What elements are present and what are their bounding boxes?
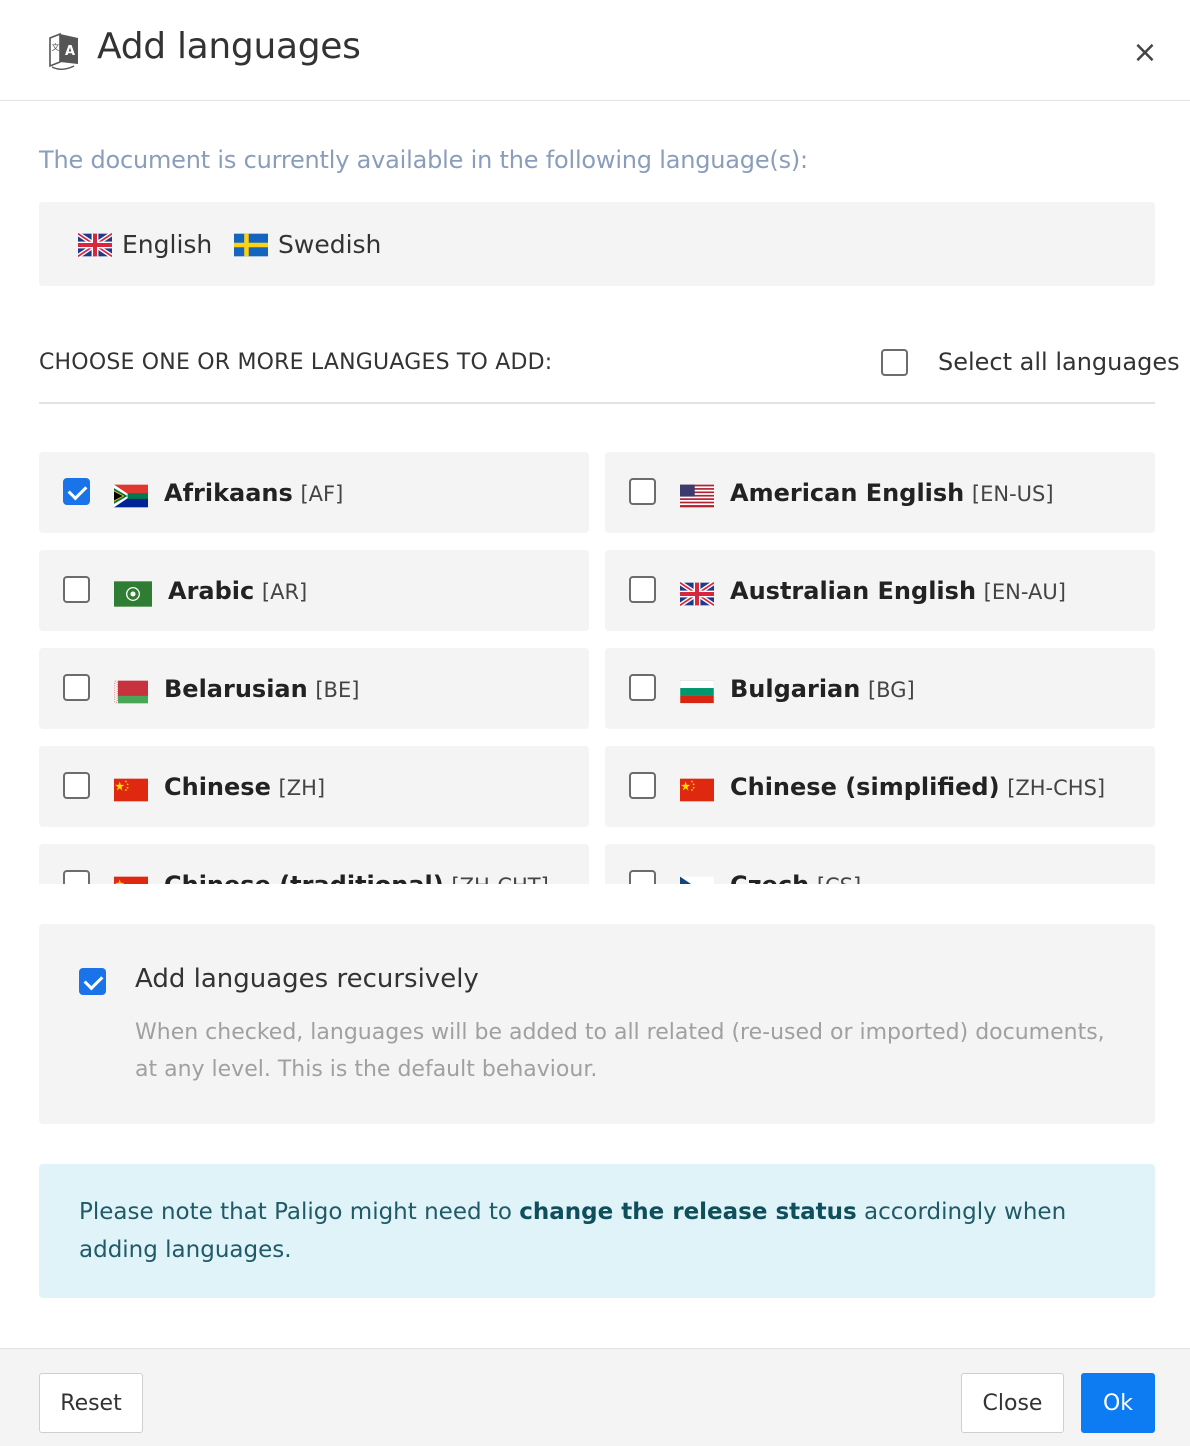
- language-name: Chinese (traditional): [164, 871, 444, 884]
- select-all-checkbox[interactable]: [881, 348, 908, 376]
- language-option-zh-chs[interactable]: Chinese (simplified) [ZH-CHS]: [605, 746, 1155, 827]
- language-label: American English [EN-US]: [730, 479, 1054, 507]
- language-option-be[interactable]: Belarusian [BE]: [39, 648, 589, 729]
- language-checkbox[interactable]: [63, 478, 90, 505]
- language-checkbox[interactable]: [63, 772, 90, 799]
- language-name: Arabic: [168, 577, 255, 605]
- belarus-flag-icon: [114, 679, 148, 705]
- language-code: [EN-US]: [971, 482, 1054, 506]
- china-flag-icon: [114, 777, 148, 803]
- language-name: Belarusian: [164, 675, 308, 703]
- select-all-toggle[interactable]: Select all languages: [881, 348, 1180, 376]
- current-language-english: English: [76, 230, 213, 259]
- language-name: Chinese: [164, 773, 271, 801]
- language-label: Bulgarian [BG]: [730, 675, 915, 703]
- uk-flag-icon: [678, 580, 716, 608]
- language-checkbox[interactable]: [63, 576, 90, 603]
- language-checkbox[interactable]: [629, 772, 656, 799]
- language-checkbox[interactable]: [629, 576, 656, 603]
- language-label: Afrikaans [AF]: [164, 479, 343, 507]
- choose-languages-heading: CHOOSE ONE OR MORE LANGUAGES TO ADD:: [39, 350, 553, 375]
- china-flag-icon: [114, 875, 148, 884]
- south-africa-flag-icon: [114, 483, 148, 509]
- language-code: [CS]: [817, 874, 861, 884]
- sweden-flag-icon: [234, 233, 268, 257]
- close-icon[interactable]: ×: [1132, 38, 1158, 68]
- note-text-bold: change the release status: [519, 1199, 857, 1225]
- language-option-ar[interactable]: Arabic [AR]: [39, 550, 589, 631]
- current-language-label: Swedish: [278, 230, 382, 259]
- select-all-label: Select all languages: [938, 348, 1180, 376]
- language-checkbox[interactable]: [63, 674, 90, 701]
- recursive-description: When checked, languages will be added to…: [135, 1020, 1105, 1082]
- language-code: [BE]: [315, 678, 360, 702]
- dialog-header: A 文 Add languages ×: [0, 0, 1190, 101]
- language-checkbox[interactable]: [63, 870, 90, 884]
- czech-flag-icon: [680, 875, 714, 884]
- language-checkbox[interactable]: [629, 478, 656, 505]
- language-label: Chinese (simplified) [ZH-CHS]: [730, 773, 1105, 801]
- current-language-swedish: Swedish: [234, 230, 381, 259]
- language-code: [ZH]: [278, 776, 326, 800]
- language-option-en-au[interactable]: Australian English [EN-AU]: [605, 550, 1155, 631]
- dialog-title: Add languages: [97, 26, 361, 67]
- recursive-title: Add languages recursively: [135, 964, 479, 994]
- divider: [39, 402, 1155, 404]
- uk-flag-icon: [76, 231, 114, 258]
- language-code: [ZH-CHS]: [1007, 776, 1106, 800]
- svg-text:A: A: [65, 44, 75, 59]
- language-option-bg[interactable]: Bulgarian [BG]: [605, 648, 1155, 729]
- language-option-af[interactable]: Afrikaans [AF]: [39, 452, 589, 533]
- language-label: Chinese [ZH]: [164, 773, 325, 801]
- current-languages-panel: English Swedish: [39, 202, 1155, 286]
- intro-text: The document is currently available in t…: [39, 146, 808, 174]
- language-name: Afrikaans: [164, 479, 293, 507]
- china-flag-icon: [680, 777, 714, 803]
- language-option-zh[interactable]: Chinese [ZH]: [39, 746, 589, 827]
- current-language-label: English: [122, 230, 213, 259]
- language-code: [EN-AU]: [983, 580, 1066, 604]
- language-label: Australian English [EN-AU]: [730, 577, 1066, 605]
- language-name: Australian English: [730, 577, 977, 605]
- recursive-checkbox[interactable]: [79, 968, 106, 995]
- svg-text:文: 文: [52, 42, 60, 52]
- recursive-option-panel: Add languages recursively When checked, …: [39, 924, 1155, 1124]
- close-button[interactable]: Close: [961, 1373, 1064, 1433]
- language-code: [AF]: [300, 482, 344, 506]
- translate-icon: A 文: [46, 30, 82, 70]
- language-name: Bulgarian: [730, 675, 861, 703]
- language-code: [ZH-CHT]: [451, 874, 548, 884]
- language-checkbox[interactable]: [629, 870, 656, 884]
- language-option-zh-cht[interactable]: Chinese (traditional) [ZH-CHT]: [39, 844, 589, 884]
- note-text-before: Please note that Paligo might need to: [79, 1199, 520, 1225]
- language-name: American English: [730, 479, 965, 507]
- release-status-note: Please note that Paligo might need to ch…: [39, 1164, 1155, 1298]
- bulgaria-flag-icon: [679, 679, 715, 705]
- language-code: [AR]: [261, 580, 308, 604]
- language-label: Czech [CS]: [730, 871, 861, 884]
- us-flag-icon: [680, 483, 714, 509]
- arab-league-flag-icon: [114, 581, 152, 607]
- language-list[interactable]: Afrikaans [AF] American English [EN-US]: [39, 452, 1155, 884]
- language-label: Chinese (traditional) [ZH-CHT]: [164, 871, 549, 884]
- note-text: Please note that Paligo might need to ch…: [79, 1193, 1109, 1269]
- language-checkbox[interactable]: [629, 674, 656, 701]
- ok-button[interactable]: Ok: [1081, 1373, 1155, 1433]
- language-name: Czech: [730, 871, 809, 884]
- language-name: Chinese (simplified): [730, 773, 1000, 801]
- language-option-en-us[interactable]: American English [EN-US]: [605, 452, 1155, 533]
- reset-button[interactable]: Reset: [39, 1373, 143, 1433]
- language-label: Arabic [AR]: [168, 577, 307, 605]
- language-option-cs[interactable]: Czech [CS]: [605, 844, 1155, 884]
- dialog-footer: Reset Close Ok: [0, 1348, 1190, 1446]
- language-label: Belarusian [BE]: [164, 675, 359, 703]
- language-code: [BG]: [867, 678, 915, 702]
